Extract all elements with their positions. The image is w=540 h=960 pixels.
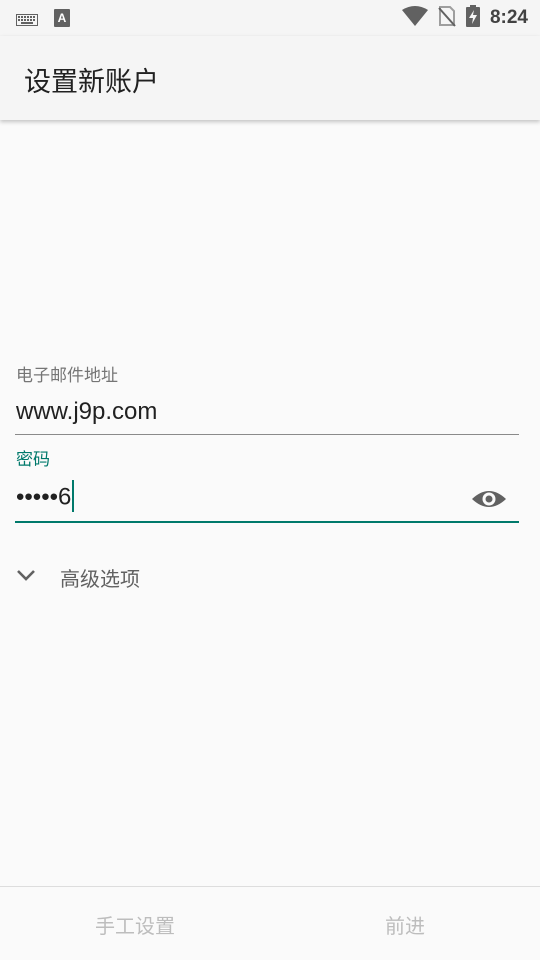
app-bar: 设置新账户 <box>0 36 540 120</box>
chevron-down-icon <box>14 563 38 591</box>
status-bar: A 8:24 <box>0 0 540 36</box>
manual-setup-button[interactable]: 手工设置 <box>0 887 270 960</box>
password-value: •••••6 <box>16 483 72 511</box>
email-field[interactable]: www.j9p.com <box>16 398 157 426</box>
password-label: 密码 <box>16 450 50 470</box>
password-field-underline <box>15 521 519 523</box>
advanced-options-toggle[interactable]: 高级选项 <box>14 560 140 594</box>
eye-icon[interactable] <box>470 484 508 514</box>
a-notification-icon: A <box>54 9 70 31</box>
advanced-options-label: 高级选项 <box>60 566 140 591</box>
no-sim-icon <box>438 5 456 31</box>
wifi-icon <box>401 6 428 30</box>
bottom-bar: 手工设置 前进 <box>0 886 540 960</box>
keyboard-icon <box>16 11 38 30</box>
battery-charging-icon <box>465 5 480 31</box>
next-button[interactable]: 前进 <box>270 887 540 960</box>
text-cursor <box>72 480 75 512</box>
svg-text:A: A <box>58 11 67 25</box>
email-label: 电子邮件地址 <box>16 366 118 386</box>
password-field[interactable]: •••••6 <box>16 480 75 514</box>
status-time: 8:24 <box>489 7 528 28</box>
status-right-icons: 8:24 <box>401 4 528 32</box>
status-left-icons: A <box>16 9 70 31</box>
page-title: 设置新账户 <box>24 67 159 98</box>
email-field-underline <box>15 434 519 435</box>
